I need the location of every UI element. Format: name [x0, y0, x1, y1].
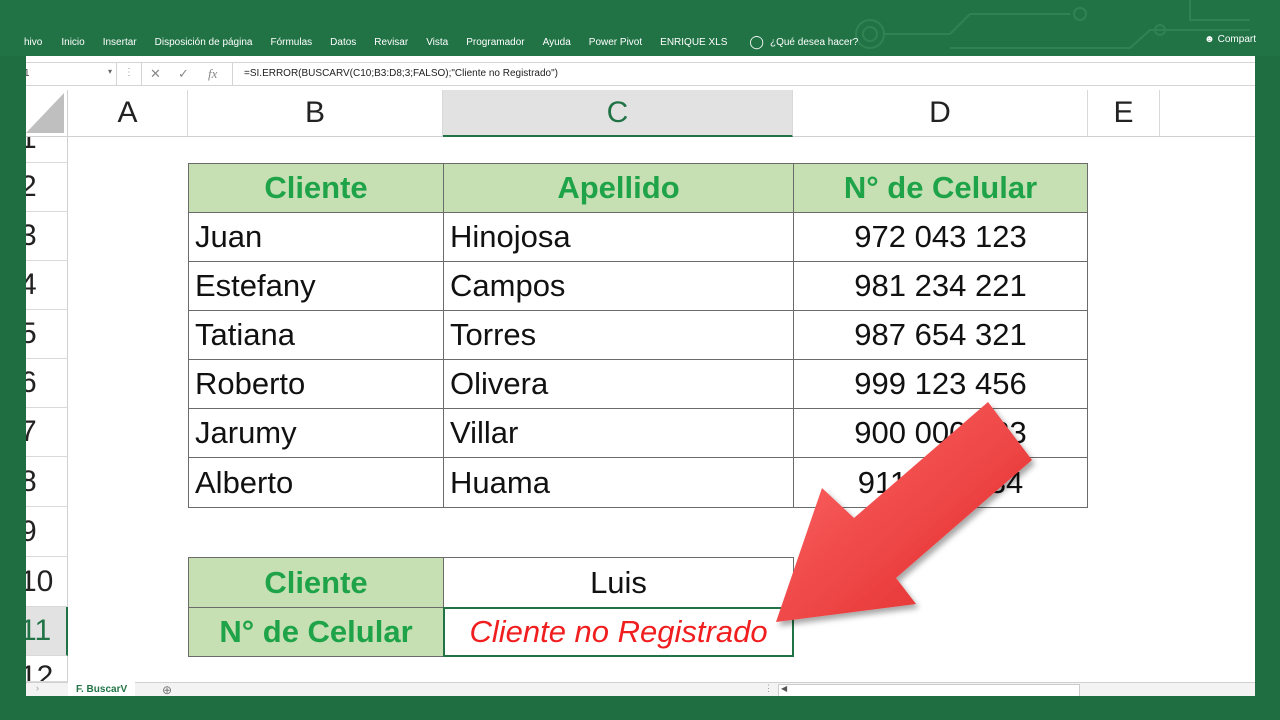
row-header-8[interactable]: 8 [26, 457, 68, 507]
check-icon[interactable]: ✓ [178, 66, 189, 82]
row-header-2[interactable]: 2 [26, 163, 68, 212]
formula-input[interactable]: =SI.ERROR(BUSCARV(C10;B3:D8;3;FALSO);"Cl… [244, 68, 558, 79]
row-header-10[interactable]: 10 [26, 557, 68, 607]
table-header-cliente[interactable]: Cliente [188, 163, 444, 213]
window-frame: hivo Inicio Insertar Disposición de pági… [0, 0, 1280, 720]
formula-bar-buttons: ✕ ✓ fx [141, 63, 233, 85]
ribbon-tabs: hivo Inicio Insertar Disposición de pági… [0, 34, 858, 50]
tab-datos[interactable]: Datos [330, 37, 356, 48]
tab-power-pivot[interactable]: Power Pivot [589, 37, 642, 48]
row-header-12[interactable]: 12 [26, 656, 68, 682]
table-cell-cliente[interactable]: Roberto [188, 359, 444, 409]
column-header-c[interactable]: C [443, 90, 793, 137]
column-header-d[interactable]: D [793, 90, 1088, 137]
table-cell-cliente[interactable]: Tatiana [188, 310, 444, 360]
name-box-value: 1 [26, 68, 30, 79]
table-cell-apellido[interactable]: Huama [443, 457, 794, 508]
table-cell-cliente[interactable]: Estefany [188, 261, 444, 311]
table-cell-apellido[interactable]: Campos [443, 261, 794, 311]
column-header-f[interactable] [1160, 90, 1255, 137]
share-button[interactable]: ☻ Compart [1204, 34, 1256, 45]
tab-formulas[interactable]: Fórmulas [270, 37, 312, 48]
drag-handle-icon[interactable]: ⋮ [124, 67, 134, 78]
chevron-down-icon[interactable]: ▾ [108, 67, 112, 76]
table-cell-cliente[interactable]: Jarumy [188, 408, 444, 458]
table-cell-cliente[interactable]: Juan [188, 212, 444, 262]
row-header-1[interactable]: 1 [26, 137, 68, 163]
tab-disposicion[interactable]: Disposición de página [155, 37, 253, 48]
person-icon: ☻ [1204, 34, 1215, 45]
function-icon[interactable]: fx [208, 66, 217, 82]
row-header-7[interactable]: 7 [26, 408, 68, 457]
lookup-client-input[interactable]: Luis [443, 557, 794, 608]
name-box[interactable]: 1 ▾ [26, 63, 117, 85]
select-all-corner[interactable] [26, 90, 68, 137]
table-cell-apellido[interactable]: Olivera [443, 359, 794, 409]
drag-handle-icon[interactable]: ⋮ [764, 683, 773, 694]
tab-ayuda[interactable]: Ayuda [543, 37, 571, 48]
lookup-phone-label[interactable]: N° de Celular [188, 607, 444, 657]
tab-revisar[interactable]: Revisar [374, 37, 408, 48]
sheet-tab-bar: › F. BuscarV ⊕ ⋮ ◀ [26, 682, 1255, 696]
worksheet: 1 ▾ ⋮ ✕ ✓ fx =SI.ERROR(BUSCARV(C10;B3:D8… [26, 56, 1255, 696]
table-header-apellido[interactable]: Apellido [443, 163, 794, 213]
tab-scroll-icon[interactable]: › [36, 683, 39, 693]
table-cell-cliente[interactable]: Alberto [188, 457, 444, 508]
tell-me-search[interactable]: ¿Qué desea hacer? [770, 37, 858, 48]
cancel-icon[interactable]: ✕ [150, 66, 161, 82]
row-header-5[interactable]: 5 [26, 310, 68, 359]
table-cell-apellido[interactable]: Villar [443, 408, 794, 458]
row-header-11[interactable]: 11 [26, 607, 68, 656]
horizontal-scrollbar[interactable]: ◀ [778, 684, 1080, 696]
ribbon: hivo Inicio Insertar Disposición de pági… [0, 0, 1280, 56]
tab-archivo[interactable]: hivo [24, 37, 42, 48]
lookup-phone-result[interactable]: Cliente no Registrado [443, 607, 794, 657]
share-label: Compart [1217, 34, 1256, 45]
row-header-4[interactable]: 4 [26, 261, 68, 310]
table-cell-celular[interactable]: 987 654 321 [793, 310, 1088, 360]
tab-insertar[interactable]: Insertar [103, 37, 137, 48]
tab-inicio[interactable]: Inicio [61, 37, 84, 48]
table-header-celular[interactable]: N° de Celular [793, 163, 1088, 213]
red-arrow-icon [776, 402, 1032, 622]
row-header-6[interactable]: 6 [26, 359, 68, 408]
column-header-e[interactable]: E [1088, 90, 1160, 137]
row-header-3[interactable]: 3 [26, 212, 68, 261]
sheet-tab-buscarv[interactable]: F. BuscarV [68, 682, 136, 696]
table-cell-apellido[interactable]: Hinojosa [443, 212, 794, 262]
table-cell-apellido[interactable]: Torres [443, 310, 794, 360]
tab-vista[interactable]: Vista [426, 37, 448, 48]
lookup-client-label[interactable]: Cliente [188, 557, 444, 608]
column-header-b[interactable]: B [188, 90, 443, 137]
table-cell-celular[interactable]: 972 043 123 [793, 212, 1088, 262]
row-header-9[interactable]: 9 [26, 507, 68, 557]
circuit-decoration [855, 0, 1250, 49]
table-cell-celular[interactable]: 981 234 221 [793, 261, 1088, 311]
tab-enrique-xls[interactable]: ENRIQUE XLS [660, 37, 727, 48]
lightbulb-icon[interactable]: ◯ [749, 34, 764, 50]
add-sheet-icon[interactable]: ⊕ [162, 683, 172, 696]
tab-programador[interactable]: Programador [466, 37, 524, 48]
scroll-left-icon[interactable]: ◀ [781, 684, 787, 693]
formula-bar: 1 ▾ ⋮ ✕ ✓ fx =SI.ERROR(BUSCARV(C10;B3:D8… [26, 62, 1255, 86]
column-header-a[interactable]: A [68, 90, 188, 137]
